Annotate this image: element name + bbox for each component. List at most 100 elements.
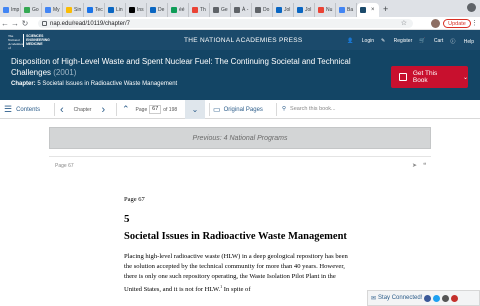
tab-label: Tec — [95, 7, 103, 13]
browser-tab[interactable]: My — [42, 3, 63, 17]
quote-icon[interactable]: ❝ — [423, 162, 426, 169]
browser-tab[interactable]: De — [147, 3, 168, 17]
browser-tab[interactable]: Sin — [63, 3, 84, 17]
tab-favicon-icon — [150, 7, 156, 13]
tab-favicon-icon — [276, 7, 282, 13]
twitter-icon[interactable] — [433, 294, 441, 302]
get-this-book-button[interactable]: Get This Book ⌄ — [391, 66, 468, 88]
tab-favicon-icon — [339, 7, 345, 13]
tab-favicon-icon — [234, 7, 240, 13]
login-label: Login — [361, 38, 375, 44]
login-link[interactable]: 👤 Login — [347, 38, 374, 45]
browser-tab[interactable]: Ins — [126, 3, 147, 17]
browser-tab[interactable]: À - — [231, 3, 252, 17]
toolbar-divider — [276, 103, 277, 116]
register-link[interactable]: ✎ Register — [381, 38, 412, 45]
tab-favicon-icon — [108, 7, 114, 13]
facebook-icon[interactable] — [424, 294, 432, 302]
tab-favicon-icon — [87, 7, 93, 13]
original-pages-icon: ▭ — [213, 105, 221, 114]
browser-tab[interactable]: Go — [21, 3, 42, 17]
tab-favicon-icon — [297, 7, 303, 13]
doc-chapter-number: 5 — [124, 213, 130, 225]
logo-left-text: The National Academies of — [8, 34, 24, 50]
browser-tab[interactable]: Imp — [0, 3, 21, 17]
doc-page-number: Page 67 — [124, 196, 145, 203]
tab-label: Lin — [116, 7, 123, 13]
nas-logo[interactable]: The National Academies of SCIENCES ENGIN… — [8, 34, 60, 50]
cart-link[interactable]: 🛒 Cart — [419, 38, 443, 45]
youtube-icon[interactable] — [451, 294, 459, 302]
browser-tab[interactable]: Lin — [105, 3, 126, 17]
browser-tab[interactable]: Nu — [315, 3, 336, 17]
page-label: Page — [135, 106, 148, 113]
page-down-button[interactable]: ⌄ — [185, 100, 205, 119]
chapter-title: 5 Societal Issues in Radioactive Waste M… — [37, 81, 178, 87]
chat-icon: ✉ — [371, 295, 377, 302]
url-text: nap.edu/read/10119/chapter/7 — [50, 20, 130, 27]
profile-avatar[interactable] — [431, 19, 440, 28]
tab-label: Jol — [284, 7, 291, 13]
toolbar-divider — [209, 103, 210, 116]
logo-right-text: SCIENCES ENGINEERING MEDICINE — [23, 34, 60, 47]
help-link[interactable]: ⓘ Help — [450, 38, 474, 45]
browser-tab[interactable]: éé — [168, 3, 189, 17]
original-pages-button[interactable]: ▭ Original Pages — [213, 100, 263, 119]
stay-connected-bar: ✉ Stay Connected! — [367, 290, 480, 306]
chapter-prev-icon[interactable]: ‹ — [60, 104, 64, 116]
browser-tab[interactable]: Jol — [294, 3, 315, 17]
back-icon[interactable]: ← — [0, 19, 10, 28]
toolbar-divider — [54, 103, 55, 116]
url-input[interactable]: nap.edu/read/10119/chapter/7 ☆ — [38, 19, 413, 28]
document-page: Page 67 5 Societal Issues in Radioactive… — [124, 196, 354, 295]
browser-tab[interactable]: × — [357, 3, 379, 17]
browser-tab[interactable]: Jol — [273, 3, 294, 17]
contents-button[interactable]: ☰ Contents — [4, 100, 40, 119]
search-book-input[interactable]: ⚲ Search this book... — [279, 103, 434, 115]
chapter-line: Chapter: 5 Societal Issues in Radioactiv… — [11, 81, 177, 87]
share-icon[interactable]: ➤ — [412, 162, 417, 169]
lock-icon — [42, 21, 47, 26]
toolbar-divider — [116, 103, 117, 116]
cart-icon — [399, 73, 407, 81]
previous-chapter-button[interactable]: Previous: 4 National Programs — [49, 127, 431, 149]
page-number-label: Page 67 — [55, 163, 74, 169]
doc-paragraph: Placing high-level radioactive waste (HL… — [124, 252, 354, 295]
chapter-label: Chapter — [73, 106, 92, 113]
tab-label: Nu — [326, 7, 333, 13]
tab-label: My — [53, 7, 60, 13]
tab-favicon-icon — [24, 7, 30, 13]
browser-menu-icon[interactable] — [467, 3, 476, 12]
new-tab-icon[interactable]: + — [383, 4, 388, 14]
browser-tab[interactable]: Th — [189, 3, 210, 17]
site-title[interactable]: THE NATIONAL ACADEMIES PRESS — [184, 37, 303, 44]
help-label: Help — [463, 39, 474, 45]
instagram-icon[interactable] — [442, 294, 450, 302]
tab-close-icon[interactable]: × — [371, 7, 375, 13]
bookmark-star-icon[interactable]: ☆ — [401, 19, 407, 27]
chapter-nav: ‹ Chapter › — [60, 100, 105, 119]
tab-favicon-icon — [213, 7, 219, 13]
tab-label: Ba — [347, 7, 354, 13]
search-icon: ⚲ — [282, 106, 287, 112]
tab-label: Go — [32, 7, 39, 13]
page-up-icon[interactable]: ⌃ — [122, 104, 130, 115]
browser-tab[interactable]: Tec — [84, 3, 105, 17]
chevron-down-icon: ⌄ — [462, 74, 468, 81]
browser-tab[interactable]: Ba — [336, 3, 357, 17]
forward-icon[interactable]: → — [10, 19, 20, 28]
tab-label: À - — [242, 7, 249, 13]
page-total: of 198 — [163, 106, 178, 113]
page-divider — [49, 156, 431, 157]
tab-label: Ge — [221, 7, 228, 13]
more-menu-icon[interactable]: ⋮ — [471, 19, 478, 27]
previous-chapter-label: Previous: 4 National Programs — [192, 134, 288, 142]
browser-tab[interactable]: Do — [252, 3, 273, 17]
reload-icon[interactable]: ↻ — [20, 19, 30, 28]
update-button[interactable]: Update — [443, 19, 471, 28]
paragraph-tail: In spite of — [222, 286, 251, 294]
page-number-input[interactable]: 67 — [149, 105, 162, 114]
browser-tab[interactable]: Ge — [210, 3, 231, 17]
chapter-next-icon[interactable]: › — [101, 104, 105, 116]
address-bar-row: ← → ↻ nap.edu/read/10119/chapter/7 ☆ Upd… — [0, 17, 480, 30]
